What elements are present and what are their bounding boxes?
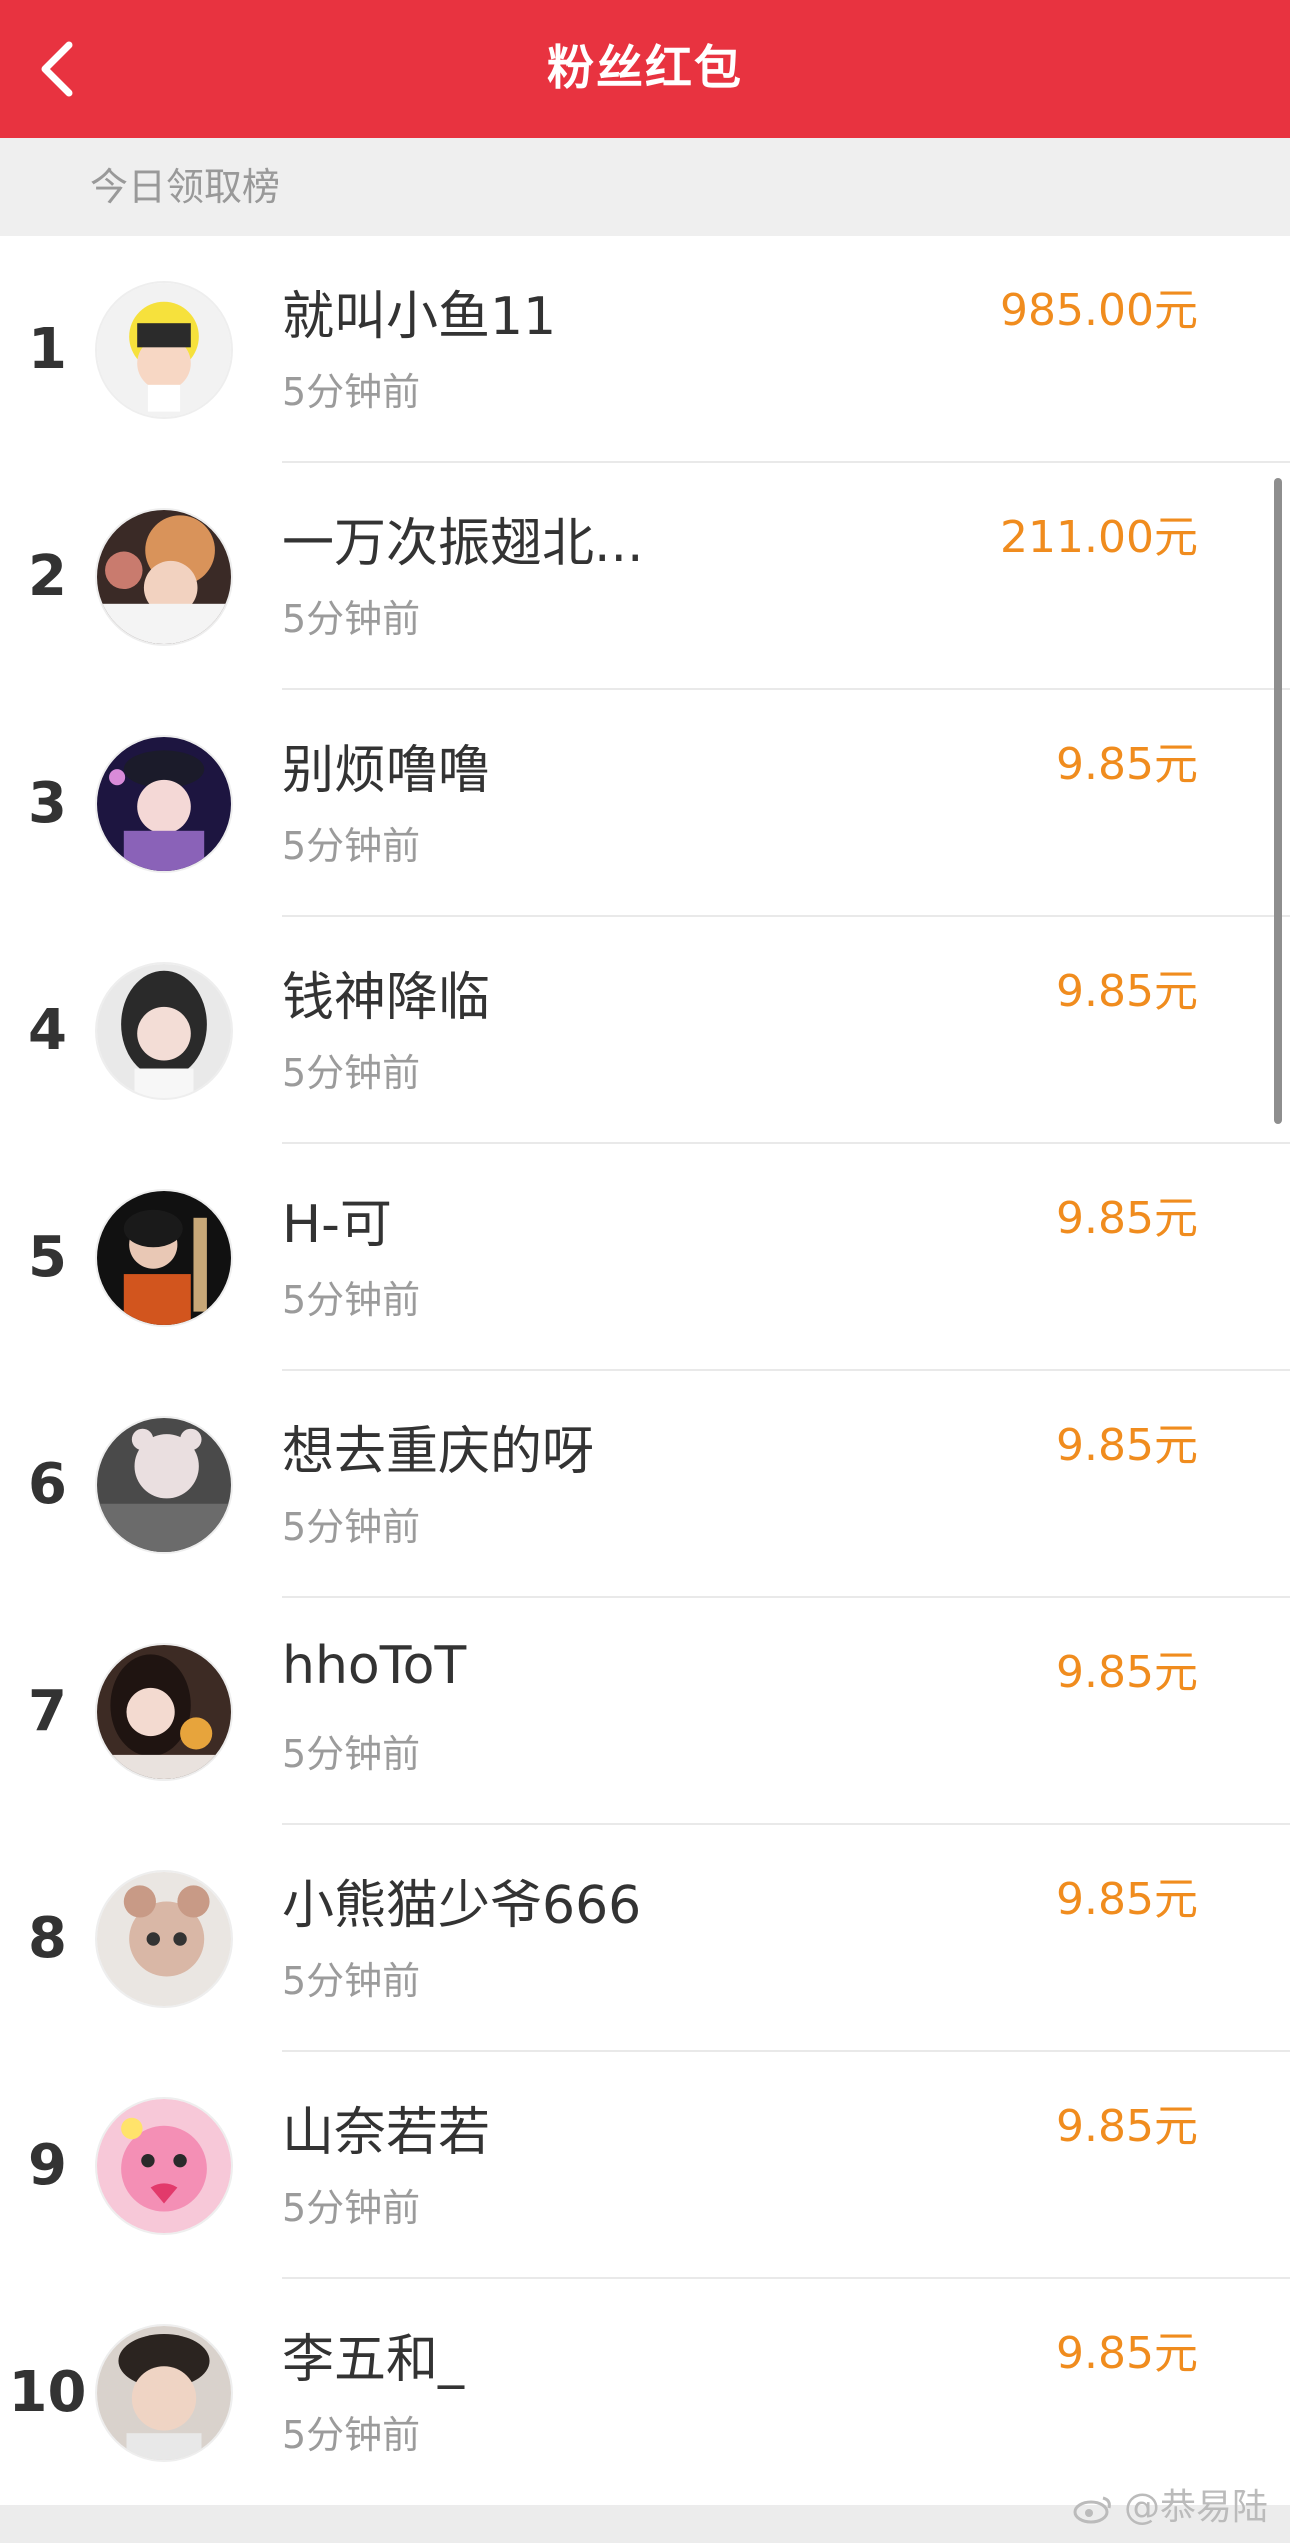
watermark-text: @恭易陆	[1123, 2487, 1268, 2528]
rank-number: 1	[28, 317, 67, 382]
user-name: 李五和_	[282, 2330, 465, 2390]
amount: 9.85元	[1056, 1193, 1198, 1244]
rank-number: 10	[8, 2360, 87, 2425]
watermark: @恭易陆	[1073, 2478, 1268, 2530]
user-name: 钱神降临	[282, 968, 491, 1028]
list-item[interactable]: 8 小熊猫少爷666 5分钟前 9.85元	[0, 1825, 1290, 2052]
timestamp: 5分钟前	[282, 1959, 421, 2003]
list-item[interactable]: 1 就叫小鱼11 5分钟前 985.00元	[0, 236, 1290, 463]
user-name: hhoToT	[282, 1636, 467, 1696]
rank-number: 4	[28, 998, 67, 1063]
page-title: 粉丝红包	[547, 41, 743, 96]
rank-number: 5	[28, 1225, 67, 1290]
timestamp: 5分钟前	[282, 2186, 421, 2230]
rank-number: 9	[28, 2133, 67, 2198]
rank-number: 2	[28, 544, 67, 609]
timestamp: 5分钟前	[282, 1732, 421, 1776]
amount: 211.00元	[1000, 512, 1198, 563]
user-name: 一万次振翅北...	[282, 514, 644, 574]
avatar[interactable]	[95, 2097, 233, 2235]
top-bar: 粉丝红包	[0, 0, 1290, 138]
list-item[interactable]: 6 想去重庆的呀 5分钟前 9.85元	[0, 1371, 1290, 1598]
amount: 9.85元	[1056, 966, 1198, 1017]
scrollbar[interactable]	[1274, 478, 1282, 1124]
timestamp: 5分钟前	[282, 2413, 421, 2457]
rank-number: 7	[28, 1679, 67, 1744]
section-header: 今日领取榜	[0, 138, 1290, 236]
amount: 9.85元	[1056, 1420, 1198, 1471]
user-name: 别烦噜噜	[282, 741, 491, 801]
amount: 9.85元	[1056, 1874, 1198, 1925]
user-name: 小熊猫少爷666	[282, 1876, 642, 1936]
avatar[interactable]	[95, 508, 233, 646]
avatar[interactable]	[95, 1643, 233, 1781]
list-item[interactable]: 5 H-可 5分钟前 9.85元	[0, 1144, 1290, 1371]
avatar[interactable]	[95, 1189, 233, 1327]
weibo-icon	[1073, 2496, 1111, 2524]
amount: 9.85元	[1056, 1647, 1198, 1698]
timestamp: 5分钟前	[282, 597, 421, 641]
list-item[interactable]: 9 山奈若若 5分钟前 9.85元	[0, 2052, 1290, 2279]
avatar[interactable]	[95, 735, 233, 873]
amount: 9.85元	[1056, 2328, 1198, 2379]
user-name: 想去重庆的呀	[282, 1422, 595, 1482]
rank-number: 3	[28, 771, 67, 836]
timestamp: 5分钟前	[282, 1051, 421, 1095]
user-name: 山奈若若	[282, 2103, 491, 2163]
avatar[interactable]	[95, 962, 233, 1100]
timestamp: 5分钟前	[282, 1278, 421, 1322]
list-item[interactable]: 2 一万次振翅北... 5分钟前 211.00元	[0, 463, 1290, 690]
list-item[interactable]: 3 别烦噜噜 5分钟前 9.85元	[0, 690, 1290, 917]
user-name: H-可	[282, 1195, 392, 1255]
ranking-list: 1 就叫小鱼11 5分钟前 985.00元 2 一万次振翅北... 5分钟前 2…	[0, 236, 1290, 2506]
user-name: 就叫小鱼11	[282, 287, 557, 347]
list-item[interactable]: 4 钱神降临 5分钟前 9.85元	[0, 917, 1290, 1144]
rank-number: 8	[28, 1906, 67, 1971]
timestamp: 5分钟前	[282, 824, 421, 868]
avatar[interactable]	[95, 1870, 233, 2008]
amount: 985.00元	[1000, 285, 1198, 336]
rank-number: 6	[28, 1452, 67, 1517]
amount: 9.85元	[1056, 2101, 1198, 2152]
timestamp: 5分钟前	[282, 1505, 421, 1549]
avatar[interactable]	[95, 2324, 233, 2462]
timestamp: 5分钟前	[282, 370, 421, 414]
list-item[interactable]: 10 李五和_ 5分钟前 9.85元	[0, 2279, 1290, 2506]
avatar[interactable]	[95, 1416, 233, 1554]
amount: 9.85元	[1056, 739, 1198, 790]
list-item[interactable]: 7 hhoToT 5分钟前 9.85元	[0, 1598, 1290, 1825]
avatar[interactable]	[95, 281, 233, 419]
